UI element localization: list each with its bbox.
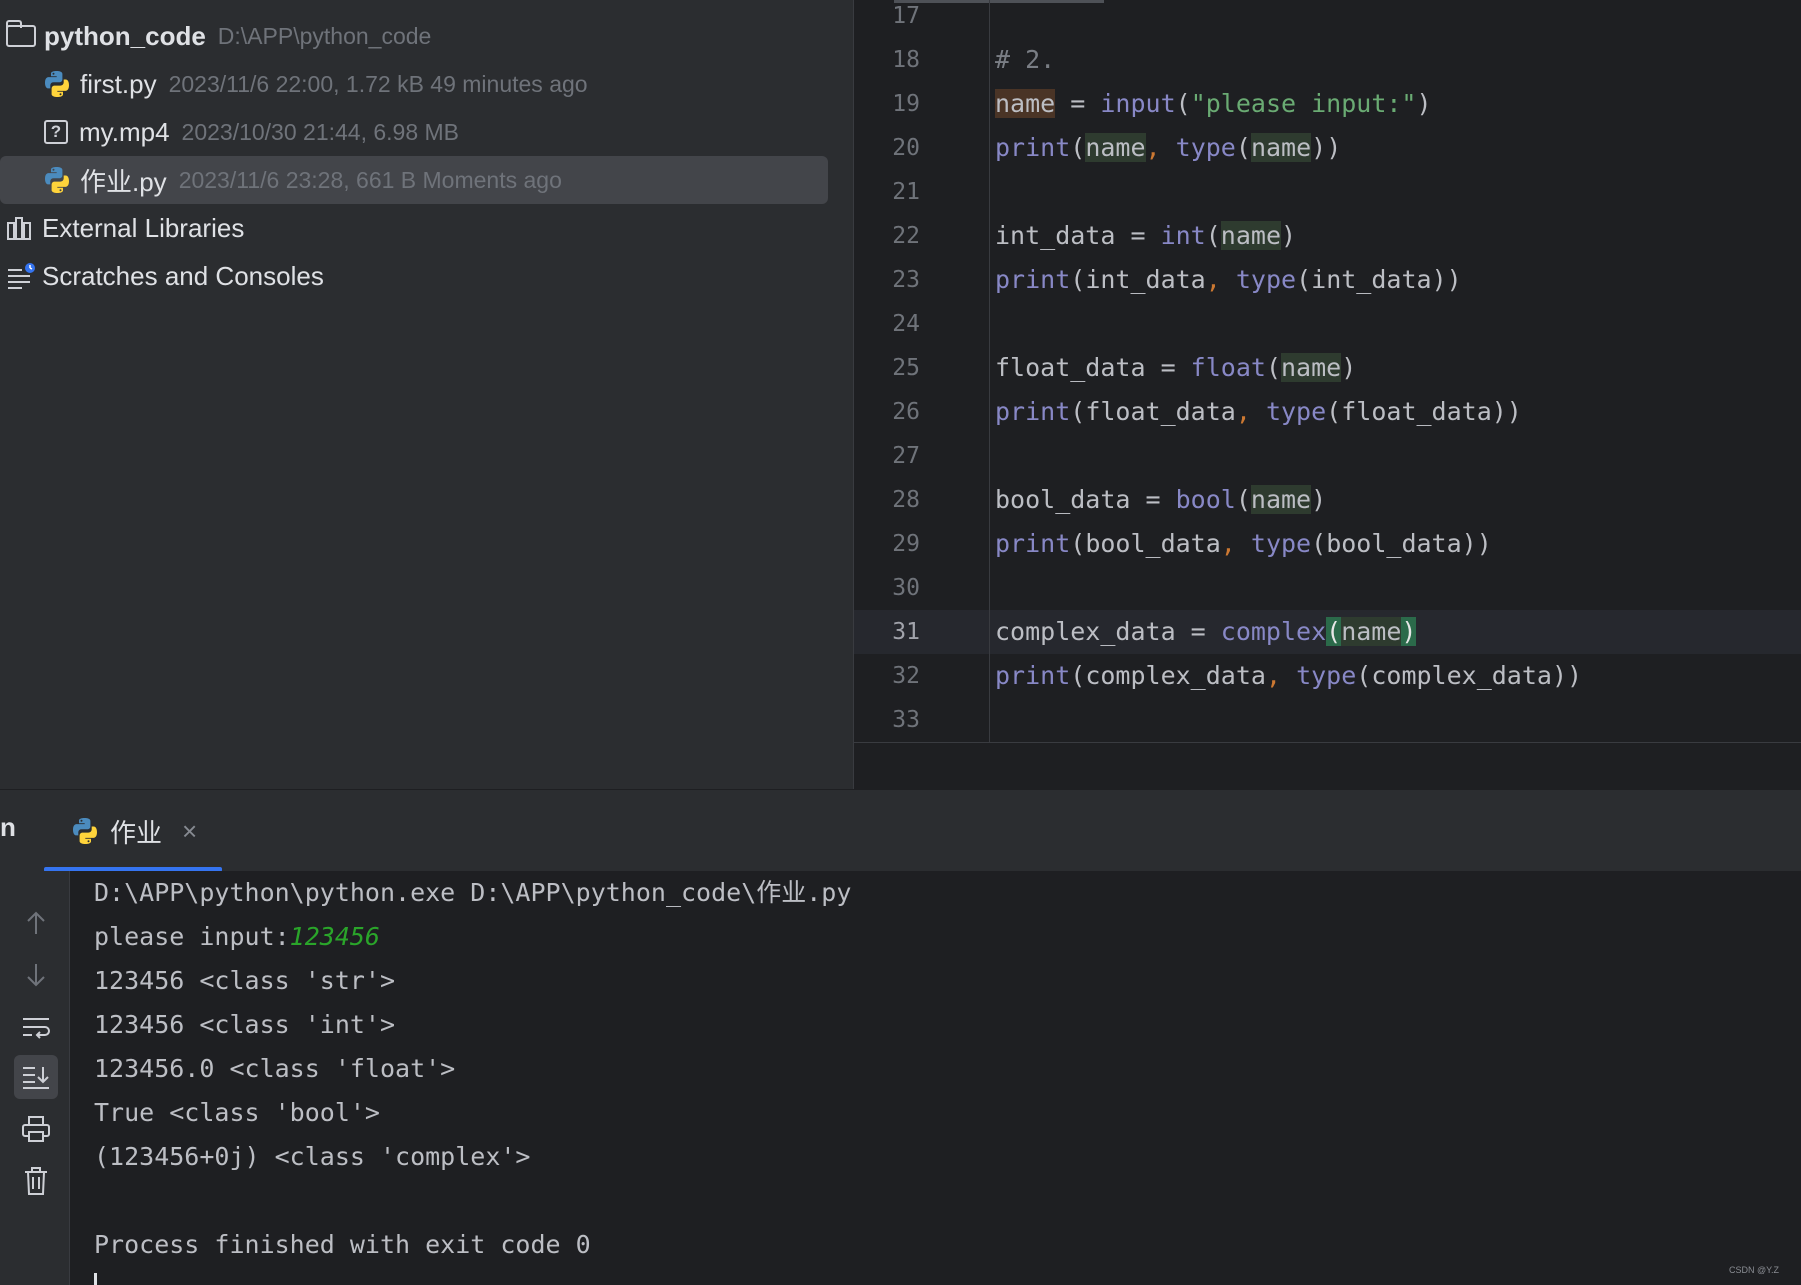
code-line-20: print(name, type(name)) [995, 133, 1342, 162]
run-console-output[interactable]: D:\APP\python\python.exe D:\APP\python_c… [70, 871, 1801, 1285]
file-name: first.py [80, 68, 157, 99]
python-file-icon [45, 71, 69, 97]
soft-wrap-icon [23, 1018, 50, 1039]
line-number: 22 [892, 223, 920, 249]
console-line: 123456 <class 'str'> [94, 966, 396, 995]
line-number: 20 [892, 135, 920, 161]
library-icon [7, 217, 31, 240]
file-meta: 2023/11/6 22:00, 1.72 kB 49 minutes ago [168, 70, 588, 97]
python-file-icon [73, 818, 97, 844]
line-number: 25 [892, 355, 920, 381]
console-line: True <class 'bool'> [94, 1098, 380, 1127]
line-number: 27 [892, 443, 920, 469]
editor-bottom-border [854, 742, 1801, 743]
python-file-icon [45, 167, 69, 193]
console-line-exit: Process finished with exit code 0 [94, 1230, 591, 1259]
run-tab-zuoye[interactable]: 作业 × [44, 790, 222, 872]
line-number: 24 [892, 311, 920, 337]
project-tool-window: python_code D:\APP\python_code first.py … [0, 0, 853, 789]
root-folder-name: python_code [44, 20, 206, 51]
scroll-down-button[interactable] [14, 953, 58, 997]
line-number-current: 31 [892, 619, 920, 645]
run-window-title: n [0, 812, 16, 842]
soft-wrap-button[interactable] [14, 1005, 58, 1049]
line-number: 29 [892, 531, 920, 557]
tree-item-zuoye-py[interactable]: 作业.py 2023/11/6 23:28, 661 B Moments ago [0, 156, 828, 204]
line-number: 19 [892, 91, 920, 117]
clear-all-button[interactable] [14, 1159, 58, 1203]
scroll-to-end-icon [23, 1067, 49, 1089]
scroll-to-end-button[interactable] [14, 1055, 58, 1099]
code-line-32: print(complex_data, type(complex_data)) [995, 661, 1583, 690]
trash-icon [25, 1167, 47, 1195]
printer-icon [22, 1116, 50, 1142]
tree-item-scratches[interactable]: Scratches and Consoles [6, 252, 324, 300]
arrow-up-icon [27, 911, 45, 934]
line-number-gutter: 17 18 19 20 21 22 23 24 25 26 27 28 29 3… [854, 0, 989, 742]
file-meta: 2023/11/6 23:28, 661 B Moments ago [178, 166, 562, 193]
print-button[interactable] [14, 1107, 58, 1151]
console-line: (123456+0j) <class 'complex'> [94, 1142, 531, 1171]
scratches-icon [8, 263, 35, 289]
console-line: 123456 <class 'int'> [94, 1010, 396, 1039]
unknown-file-icon: ? [44, 120, 68, 144]
file-name: 作业.py [80, 166, 167, 197]
scroll-up-button[interactable] [14, 901, 58, 945]
code-line-31: complex_data = complex(name) [995, 617, 1417, 646]
run-toolbar [0, 871, 70, 1285]
line-number: 18 [892, 47, 920, 73]
line-number: 32 [892, 663, 920, 689]
code-line-29: print(bool_data, type(bool_data)) [995, 529, 1492, 558]
tree-item-my-mp4[interactable]: ? my.mp4 2023/10/30 21:44, 6.98 MB [44, 108, 459, 156]
line-number: 30 [892, 575, 920, 601]
console-line: D:\APP\python\python.exe D:\APP\python_c… [94, 878, 852, 907]
code-editor[interactable]: 17 18 19 20 21 22 23 24 25 26 27 28 29 3… [853, 0, 1801, 789]
console-line: please input:123456 [94, 922, 380, 951]
line-number: 33 [892, 707, 920, 733]
code-line-22: int_data = int(name) [995, 221, 1297, 250]
run-tool-window-header: n 作业 × [0, 789, 1801, 871]
file-name: my.mp4 [79, 116, 170, 147]
run-tab-label: 作业 [110, 817, 163, 848]
line-number: 28 [892, 487, 920, 513]
watermark: CSDN @Y.Z [1729, 1265, 1779, 1275]
line-number: 26 [892, 399, 920, 425]
code-line-25: float_data = float(name) [995, 353, 1357, 382]
console-line: 123456.0 <class 'float'> [94, 1054, 456, 1083]
close-icon[interactable]: × [182, 816, 197, 847]
text-caret [94, 1273, 97, 1285]
gutter-separator [989, 0, 990, 742]
tree-root-python-code[interactable]: python_code D:\APP\python_code [0, 12, 431, 60]
code-line-26: print(float_data, type(float_data)) [995, 397, 1522, 426]
line-number: 17 [892, 3, 920, 29]
line-number: 23 [892, 267, 920, 293]
tree-item-external-libraries[interactable]: External Libraries [6, 204, 244, 252]
scratches-label: Scratches and Consoles [42, 260, 324, 291]
console-user-input: 123456 [289, 922, 380, 951]
file-meta: 2023/10/30 21:44, 6.98 MB [181, 118, 460, 145]
code-line-23: print(int_data, type(int_data)) [995, 265, 1462, 294]
root-folder-path: D:\APP\python_code [217, 22, 432, 49]
code-line-28: bool_data = bool(name) [995, 485, 1327, 514]
folder-icon [6, 20, 36, 47]
arrow-down-icon [27, 964, 45, 987]
line-number: 21 [892, 179, 920, 205]
code-line-18: # 2. [995, 45, 1056, 74]
code-line-19: name = input("please input:") [995, 89, 1432, 118]
tree-item-first-py[interactable]: first.py 2023/11/6 22:00, 1.72 kB 49 min… [42, 60, 588, 108]
external-libraries-label: External Libraries [42, 212, 245, 243]
